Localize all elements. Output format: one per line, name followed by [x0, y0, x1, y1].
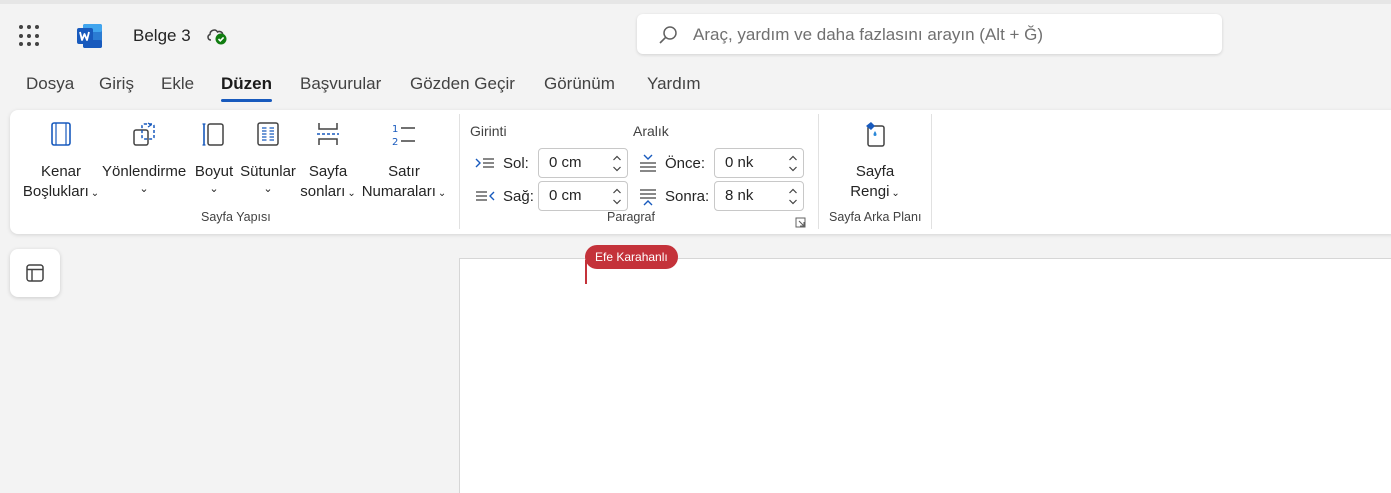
spin-up-icon[interactable] [788, 154, 798, 162]
ribbon-tabs: Dosya Giriş Ekle Düzen Başvurular Gözden… [0, 70, 800, 104]
search-box[interactable]: Araç, yardım ve daha fazlasını arayın (A… [637, 14, 1222, 54]
line-numbers-label-2: Numaraları [361, 183, 436, 200]
chevron-down-icon: ⌄ [209, 183, 219, 195]
breaks-label-2: sonları [300, 183, 346, 200]
tab-duzen[interactable]: Düzen [221, 74, 272, 102]
document-page[interactable] [459, 258, 1391, 493]
spin-down-icon[interactable] [612, 198, 622, 206]
indent-left-input[interactable]: 0 cm [538, 148, 628, 178]
indent-right-value: 0 cm [549, 187, 582, 204]
page-setup-group-label: Sayfa Yapısı [201, 210, 271, 224]
page-breaks-icon [317, 123, 339, 145]
line-numbers-label-2-wrap: Numaraları ⌄ [360, 182, 448, 204]
chevron-down-icon: ⌄ [347, 188, 356, 199]
navigation-pane-button[interactable] [10, 249, 60, 297]
ribbon: Kenar Boşlukları ⌄ Yönlendirme ⌄ Boyut ⌄ … [10, 110, 1391, 234]
spacing-after-input[interactable]: 8 nk [714, 181, 804, 211]
margins-label-2: Boşlukları [22, 183, 89, 200]
page-color-icon [866, 122, 885, 147]
spacing-before-icon [640, 154, 656, 172]
group-divider [459, 114, 460, 229]
app-launcher-icon[interactable] [19, 25, 41, 47]
spacing-before-label: Önce: [665, 155, 706, 172]
spacing-after-label: Sonra: [665, 188, 710, 205]
navigation-pane-icon [26, 264, 44, 282]
orientation-label: Yönlendirme [102, 163, 187, 180]
breaks-button[interactable]: Sayfa sonları ⌄ [298, 120, 358, 204]
tab-giris[interactable]: Giriş [99, 74, 134, 94]
columns-icon [257, 122, 279, 146]
tab-dosya[interactable]: Dosya [26, 74, 74, 94]
indent-right-icon [476, 191, 495, 201]
page-color-label-2-wrap: Rengi ⌄ [835, 182, 915, 204]
indent-right-input[interactable]: 0 cm [538, 181, 628, 211]
dialog-launcher-icon[interactable] [795, 217, 806, 228]
columns-button[interactable]: Sütunlar ⌄ [238, 120, 298, 196]
tab-yardim[interactable]: Yardım [647, 74, 701, 94]
spacing-before-input[interactable]: 0 nk [714, 148, 804, 178]
margins-label-2-wrap: Boşlukları ⌄ [20, 182, 102, 204]
spin-up-icon[interactable] [612, 187, 622, 195]
svg-text:1: 1 [392, 124, 398, 135]
line-numbers-icon: 1 2 [392, 124, 415, 148]
indent-left-label: Sol: [503, 155, 529, 172]
spacing-after-icon [640, 189, 656, 206]
chevron-down-icon: ⌄ [263, 183, 273, 195]
page-color-button[interactable]: Sayfa Rengi ⌄ [835, 120, 915, 204]
saved-cloud-icon[interactable] [205, 23, 229, 47]
orientation-button[interactable]: Yönlendirme ⌄ [102, 120, 186, 196]
tab-basvurular[interactable]: Başvurular [300, 74, 381, 94]
columns-label: Sütunlar [240, 163, 296, 180]
spacing-after-value: 8 nk [725, 187, 754, 204]
indent-right-label: Sağ: [503, 188, 534, 205]
search-icon [659, 26, 677, 44]
breaks-label-2-wrap: sonları ⌄ [298, 182, 358, 204]
search-placeholder: Araç, yardım ve daha fazlasını arayın (A… [693, 25, 1044, 44]
spin-up-icon[interactable] [788, 187, 798, 195]
spacing-title: Aralık [633, 123, 669, 139]
chevron-down-icon: ⌄ [90, 188, 100, 199]
line-numbers-button[interactable]: 1 2 Satır Numaraları ⌄ [360, 120, 448, 204]
spin-up-icon[interactable] [612, 154, 622, 162]
page-color-label-1: Sayfa [855, 163, 895, 180]
indent-left-icon [475, 158, 494, 168]
spin-down-icon[interactable] [612, 165, 622, 173]
spacing-before-value: 0 nk [725, 154, 754, 171]
group-divider [931, 114, 932, 229]
title-bar: Belge 3 Araç, yardım ve daha fazlasını a… [0, 4, 1391, 64]
collaborator-presence-flag: Efe Karahanlı [585, 245, 678, 269]
page-color-label-2: Rengi [850, 183, 890, 200]
page-background-group-label: Sayfa Arka Planı [829, 210, 922, 224]
tab-gorunum[interactable]: Görünüm [544, 74, 615, 94]
margins-label-1: Kenar [40, 163, 82, 180]
size-label: Boyut [194, 163, 234, 180]
chevron-down-icon: ⌄ [437, 188, 447, 199]
chevron-down-icon: ⌄ [139, 183, 149, 195]
paragraph-group-label: Paragraf [607, 210, 655, 224]
orientation-icon [133, 122, 155, 146]
word-logo-icon[interactable] [76, 23, 103, 49]
tab-ekle[interactable]: Ekle [161, 74, 194, 94]
chevron-down-icon: ⌄ [891, 188, 900, 199]
margins-icon [51, 122, 71, 146]
page-size-icon [202, 123, 224, 146]
breaks-label-1: Sayfa [308, 163, 348, 180]
indent-left-value: 0 cm [549, 154, 582, 171]
svg-text:2: 2 [392, 137, 398, 148]
tab-gozden-gecir[interactable]: Gözden Geçir [410, 74, 515, 94]
spin-down-icon[interactable] [788, 165, 798, 173]
indent-title: Girinti [470, 123, 507, 139]
line-numbers-label-1: Satır [388, 163, 420, 180]
group-divider [818, 114, 819, 229]
margins-button[interactable]: Kenar Boşlukları ⌄ [20, 120, 102, 204]
size-button[interactable]: Boyut ⌄ [190, 120, 238, 196]
document-title[interactable]: Belge 3 [133, 26, 191, 46]
spin-down-icon[interactable] [788, 198, 798, 206]
